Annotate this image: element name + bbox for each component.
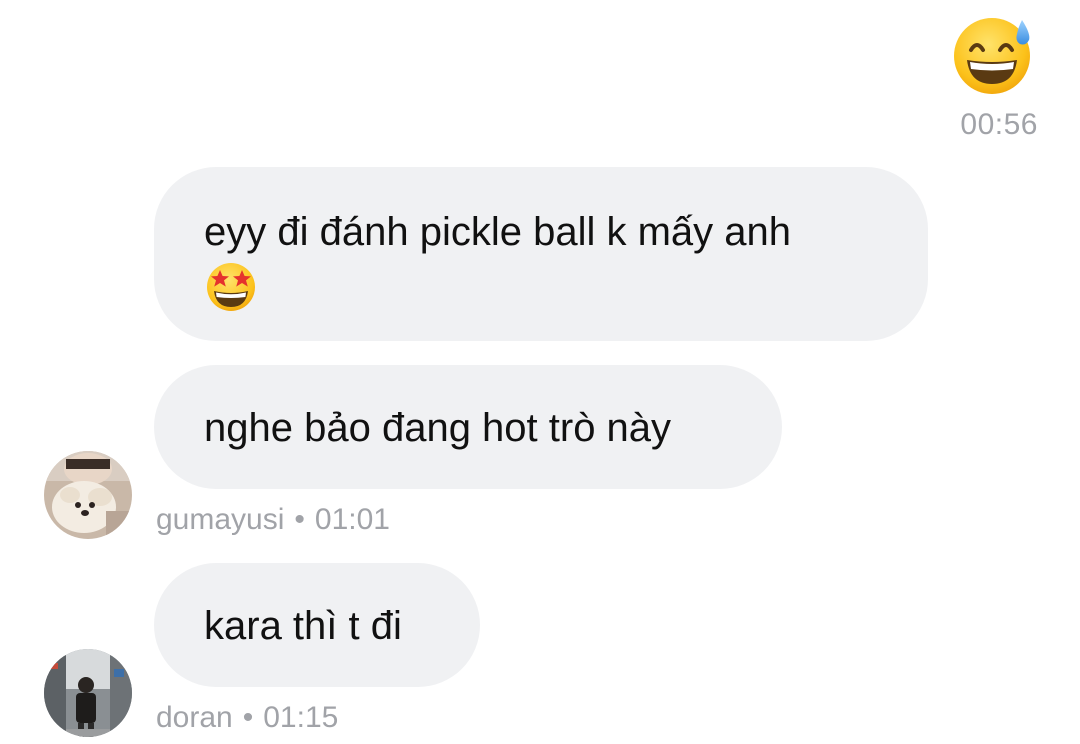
star-struck-icon: [204, 259, 258, 313]
message-time: 01:15: [263, 701, 339, 734]
message-bubble[interactable]: eyy đi đánh pickle ball k mấy anh: [154, 167, 928, 341]
separator-dot: •: [242, 701, 254, 734]
sent-message-time: 00:56: [960, 108, 1038, 141]
separator-dot: •: [294, 503, 305, 536]
avatar-gumayusi[interactable]: [44, 451, 132, 539]
message-text: nghe bảo đang hot trò này: [204, 406, 672, 450]
message-text: eyy đi đánh pickle ball k mấy anh: [204, 210, 791, 254]
message-text: kara thì t đi: [204, 604, 402, 648]
sender-name[interactable]: doran: [156, 701, 233, 734]
message-meta: gumayusi • 01:01: [156, 503, 390, 537]
message-meta: doran • 01:15: [156, 701, 338, 735]
message-time: 01:01: [314, 503, 390, 536]
message-bubble[interactable]: kara thì t đi: [154, 563, 480, 687]
grinning-face-with-sweat-icon[interactable]: [952, 12, 1036, 96]
sender-name[interactable]: gumayusi: [156, 503, 284, 536]
avatar-doran[interactable]: [44, 649, 132, 737]
message-bubble[interactable]: nghe bảo đang hot trò này: [154, 365, 782, 489]
